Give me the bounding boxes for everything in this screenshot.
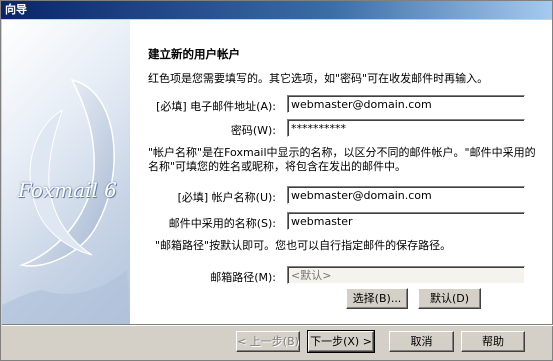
- swirl-graphic: [2, 78, 130, 324]
- display-name-field[interactable]: [287, 212, 525, 230]
- mailbox-path-label: 邮箱路径(M):: [210, 271, 276, 284]
- wizard-window: 向导 Foxmail 6 建立新的用户帐户 红色项是您需要填写的。其它选项，如"…: [0, 0, 553, 361]
- mailbox-desc-text: "邮箱路径"按默认即可。您也可以自行指定邮件的保存路径。: [155, 239, 452, 252]
- choose-path-button[interactable]: 选择(B)...: [346, 288, 408, 309]
- back-button[interactable]: < 上一步(B): [236, 331, 300, 352]
- help-button[interactable]: 帮助: [461, 331, 525, 352]
- brand-logo-text: Foxmail 6: [18, 178, 117, 202]
- intro-text: 红色项是您需要填写的。其它选项，如"密码"可在收发邮件时再输入。: [148, 72, 489, 85]
- mailbox-path-field[interactable]: [287, 266, 525, 284]
- cancel-button[interactable]: 取消: [389, 331, 454, 352]
- display-name-label: 邮件中采用的名称(S):: [168, 217, 276, 230]
- window-title: 向导: [1, 1, 552, 19]
- account-name-field[interactable]: [287, 186, 525, 204]
- password-label: 密码(W):: [230, 124, 276, 137]
- account-desc-line2: 名称"可填您的姓名或昵称，将包含在发出的邮件中。: [148, 160, 407, 173]
- wizard-banner: Foxmail 6: [2, 20, 130, 324]
- default-path-button[interactable]: 默认(D): [418, 288, 481, 309]
- footer-separator: [2, 324, 553, 326]
- password-field[interactable]: [287, 119, 525, 137]
- account-name-label: [必填] 帐户名称(U):: [177, 191, 276, 204]
- page-heading: 建立新的用户帐户: [148, 47, 240, 61]
- wizard-content: 建立新的用户帐户 红色项是您需要填写的。其它选项，如"密码"可在收发邮件时再输入…: [130, 20, 552, 324]
- email-field[interactable]: [287, 95, 525, 113]
- next-button[interactable]: 下一步(X) >: [307, 330, 375, 353]
- email-label: [必填] 电子邮件地址(A):: [156, 100, 276, 113]
